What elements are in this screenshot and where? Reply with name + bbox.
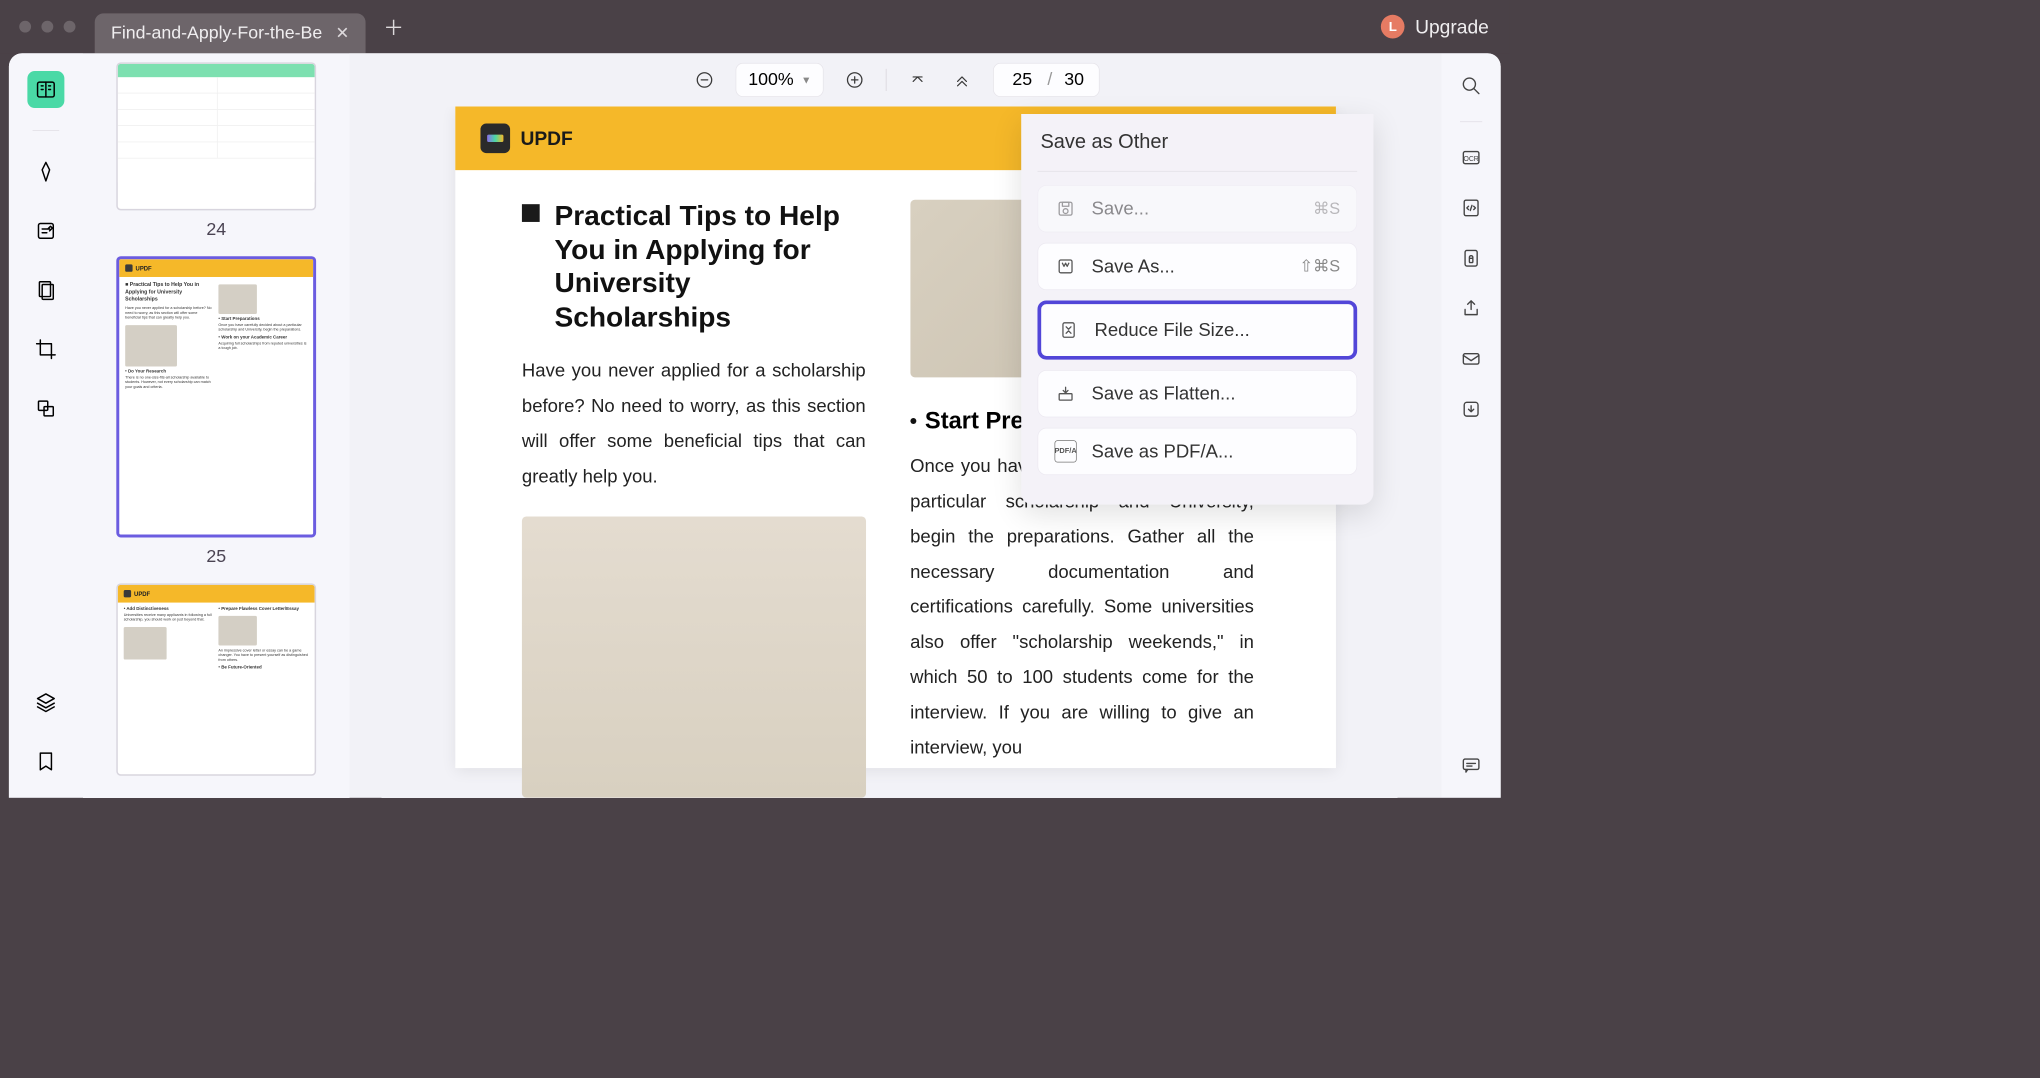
- tab-title: Find-and-Apply-For-the-Be: [111, 23, 322, 44]
- save-as-label: Save As...: [1092, 256, 1285, 277]
- account-chip[interactable]: L Upgrade: [1360, 15, 1509, 39]
- right-tool-rail: OCR: [1442, 53, 1501, 797]
- share-button[interactable]: [1456, 294, 1486, 324]
- close-window-button[interactable]: [19, 21, 31, 33]
- left-tool-rail: [9, 53, 83, 797]
- save-as-item[interactable]: Save As... ⇧⌘S: [1037, 243, 1357, 290]
- flatten-icon: [1055, 383, 1077, 405]
- save-as-shortcut: ⇧⌘S: [1299, 257, 1340, 276]
- reduce-label: Reduce File Size...: [1094, 319, 1337, 340]
- total-pages: 30: [1064, 70, 1084, 91]
- save-as-flatten-item[interactable]: Save as Flatten...: [1037, 370, 1357, 417]
- page-indicator[interactable]: 25 / 30: [993, 63, 1099, 97]
- thumbnail-panel[interactable]: 24 UPDF ■ Practical Tips to Help You in …: [83, 53, 349, 797]
- prev-page-button[interactable]: [949, 67, 976, 94]
- doc-main-title: Practical Tips to Help You in Applying f…: [554, 200, 865, 335]
- organize-pages-button[interactable]: [27, 272, 64, 309]
- comments-button[interactable]: [1456, 750, 1486, 780]
- svg-text:OCR: OCR: [1463, 156, 1478, 163]
- panel-title: Save as Other: [1037, 130, 1357, 153]
- reader-mode-button[interactable]: [27, 71, 64, 108]
- layers-button[interactable]: [27, 684, 64, 721]
- thumb-page-number: 25: [206, 546, 226, 567]
- bookmark-button[interactable]: [27, 743, 64, 780]
- maximize-window-button[interactable]: [64, 21, 76, 33]
- reduce-file-size-item[interactable]: Reduce File Size...: [1037, 300, 1357, 359]
- title-bullet-icon: [522, 204, 540, 222]
- save-label: Save...: [1092, 198, 1299, 219]
- current-page: 25: [1009, 70, 1036, 91]
- window-controls: [0, 21, 95, 33]
- zoom-in-button[interactable]: [842, 67, 869, 94]
- ocr-button[interactable]: OCR: [1456, 143, 1486, 173]
- chevron-down-icon: ▼: [801, 74, 811, 86]
- divider: [33, 130, 60, 131]
- upgrade-label: Upgrade: [1415, 15, 1489, 38]
- divider: [1460, 121, 1482, 122]
- zoom-out-button[interactable]: [691, 67, 718, 94]
- document-tab[interactable]: Find-and-Apply-For-the-Be ✕: [95, 13, 366, 53]
- search-button[interactable]: [1456, 71, 1486, 101]
- brand-name: UPDF: [520, 127, 572, 150]
- avatar: L: [1381, 15, 1405, 39]
- page-separator: /: [1047, 70, 1052, 91]
- zoom-select[interactable]: 100% ▼: [736, 63, 824, 97]
- save-icon: [1055, 198, 1077, 220]
- doc-image-student-thinking: [522, 517, 866, 798]
- first-page-button[interactable]: [905, 67, 932, 94]
- tools-button[interactable]: [27, 390, 64, 427]
- export-button[interactable]: [1456, 394, 1486, 424]
- divider: [1037, 171, 1357, 172]
- thumbnail-26[interactable]: UPDF • Add Distinctiveness Universities …: [104, 583, 329, 775]
- pdfa-label: Save as PDF/A...: [1092, 441, 1341, 462]
- thumbnail-25[interactable]: UPDF ■ Practical Tips to Help You in App…: [104, 256, 329, 567]
- edit-button[interactable]: [27, 212, 64, 249]
- compress-icon: [1057, 319, 1079, 341]
- flatten-label: Save as Flatten...: [1092, 383, 1341, 404]
- pdfa-icon: PDF/A: [1055, 440, 1077, 462]
- convert-button[interactable]: [1456, 193, 1486, 223]
- annotate-button[interactable]: [27, 153, 64, 190]
- thumb-page-number: 24: [206, 219, 226, 240]
- zoom-value: 100%: [748, 70, 793, 91]
- title-bar: Find-and-Apply-For-the-Be ✕ ＋ L Upgrade: [0, 0, 1510, 53]
- document-viewport: 100% ▼ 25 / 30: [349, 53, 1441, 797]
- brand-logo-icon: [480, 124, 510, 154]
- close-tab-icon[interactable]: ✕: [336, 24, 350, 43]
- divider: [886, 69, 887, 91]
- save-shortcut: ⌘S: [1313, 199, 1340, 218]
- save-as-icon: [1055, 255, 1077, 277]
- save-as-pdfa-item[interactable]: PDF/A Save as PDF/A...: [1037, 428, 1357, 475]
- view-toolbar: 100% ▼ 25 / 30: [349, 53, 1441, 106]
- doc-intro: Have you never applied for a scholarship…: [522, 354, 866, 495]
- add-tab-button[interactable]: ＋: [383, 12, 404, 42]
- save-as-other-panel: Save as Other Save... ⌘S Save As... ⇧⌘S …: [1021, 114, 1373, 505]
- thumbnail-24[interactable]: 24: [104, 62, 329, 240]
- minimize-window-button[interactable]: [41, 21, 53, 33]
- save-item[interactable]: Save... ⌘S: [1037, 185, 1357, 232]
- protect-button[interactable]: [1456, 243, 1486, 273]
- email-button[interactable]: [1456, 344, 1486, 374]
- crop-button[interactable]: [27, 331, 64, 368]
- bullet-icon: [910, 418, 916, 424]
